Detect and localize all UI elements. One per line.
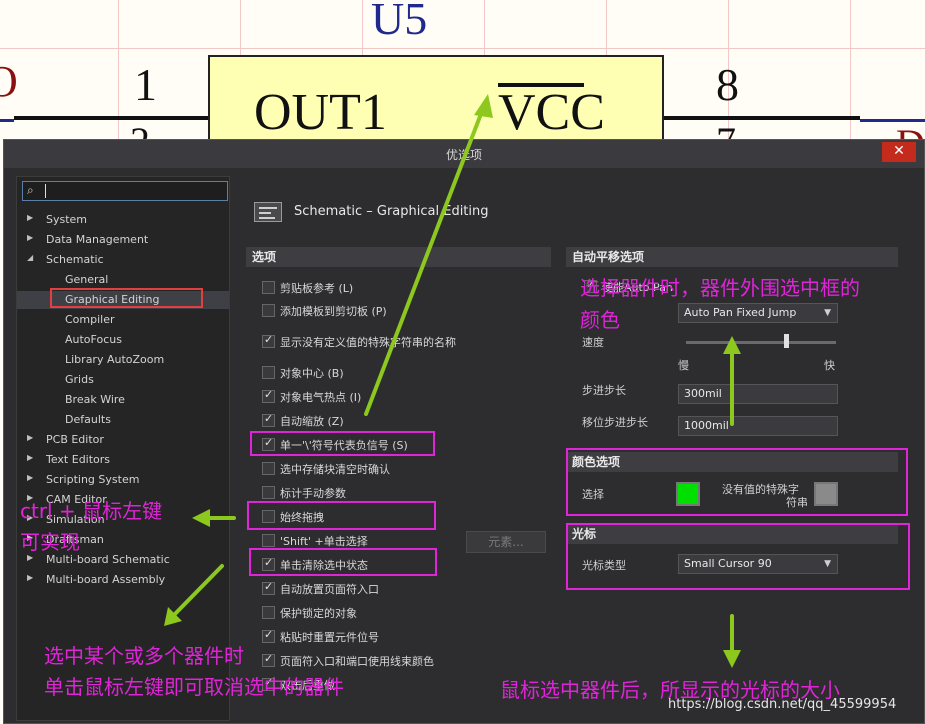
arrow-from-click-clear	[170, 564, 224, 619]
arrowhead	[723, 650, 741, 668]
annotation-ctrl-click-2: 可实现	[20, 530, 80, 554]
annotation-selection-color: 选择器件时，器件外围选中框的	[580, 276, 860, 300]
annotation-ctrl-click: ctrl + 鼠标左键	[20, 499, 163, 523]
arrow-to-vcc	[364, 104, 486, 416]
annotation-deselect: 选中某个或多个器件时	[44, 644, 244, 668]
annotation-deselect-2: 单击鼠标左键即可取消选中的器件	[44, 675, 344, 699]
arrowhead	[192, 509, 210, 527]
arrowhead	[474, 94, 493, 118]
annotation-arrows	[164, 94, 741, 668]
annotation-selection-color-2: 颜色	[580, 308, 620, 332]
watermark: https://blog.csdn.net/qq_45599954	[668, 697, 897, 712]
arrowhead	[723, 336, 741, 354]
